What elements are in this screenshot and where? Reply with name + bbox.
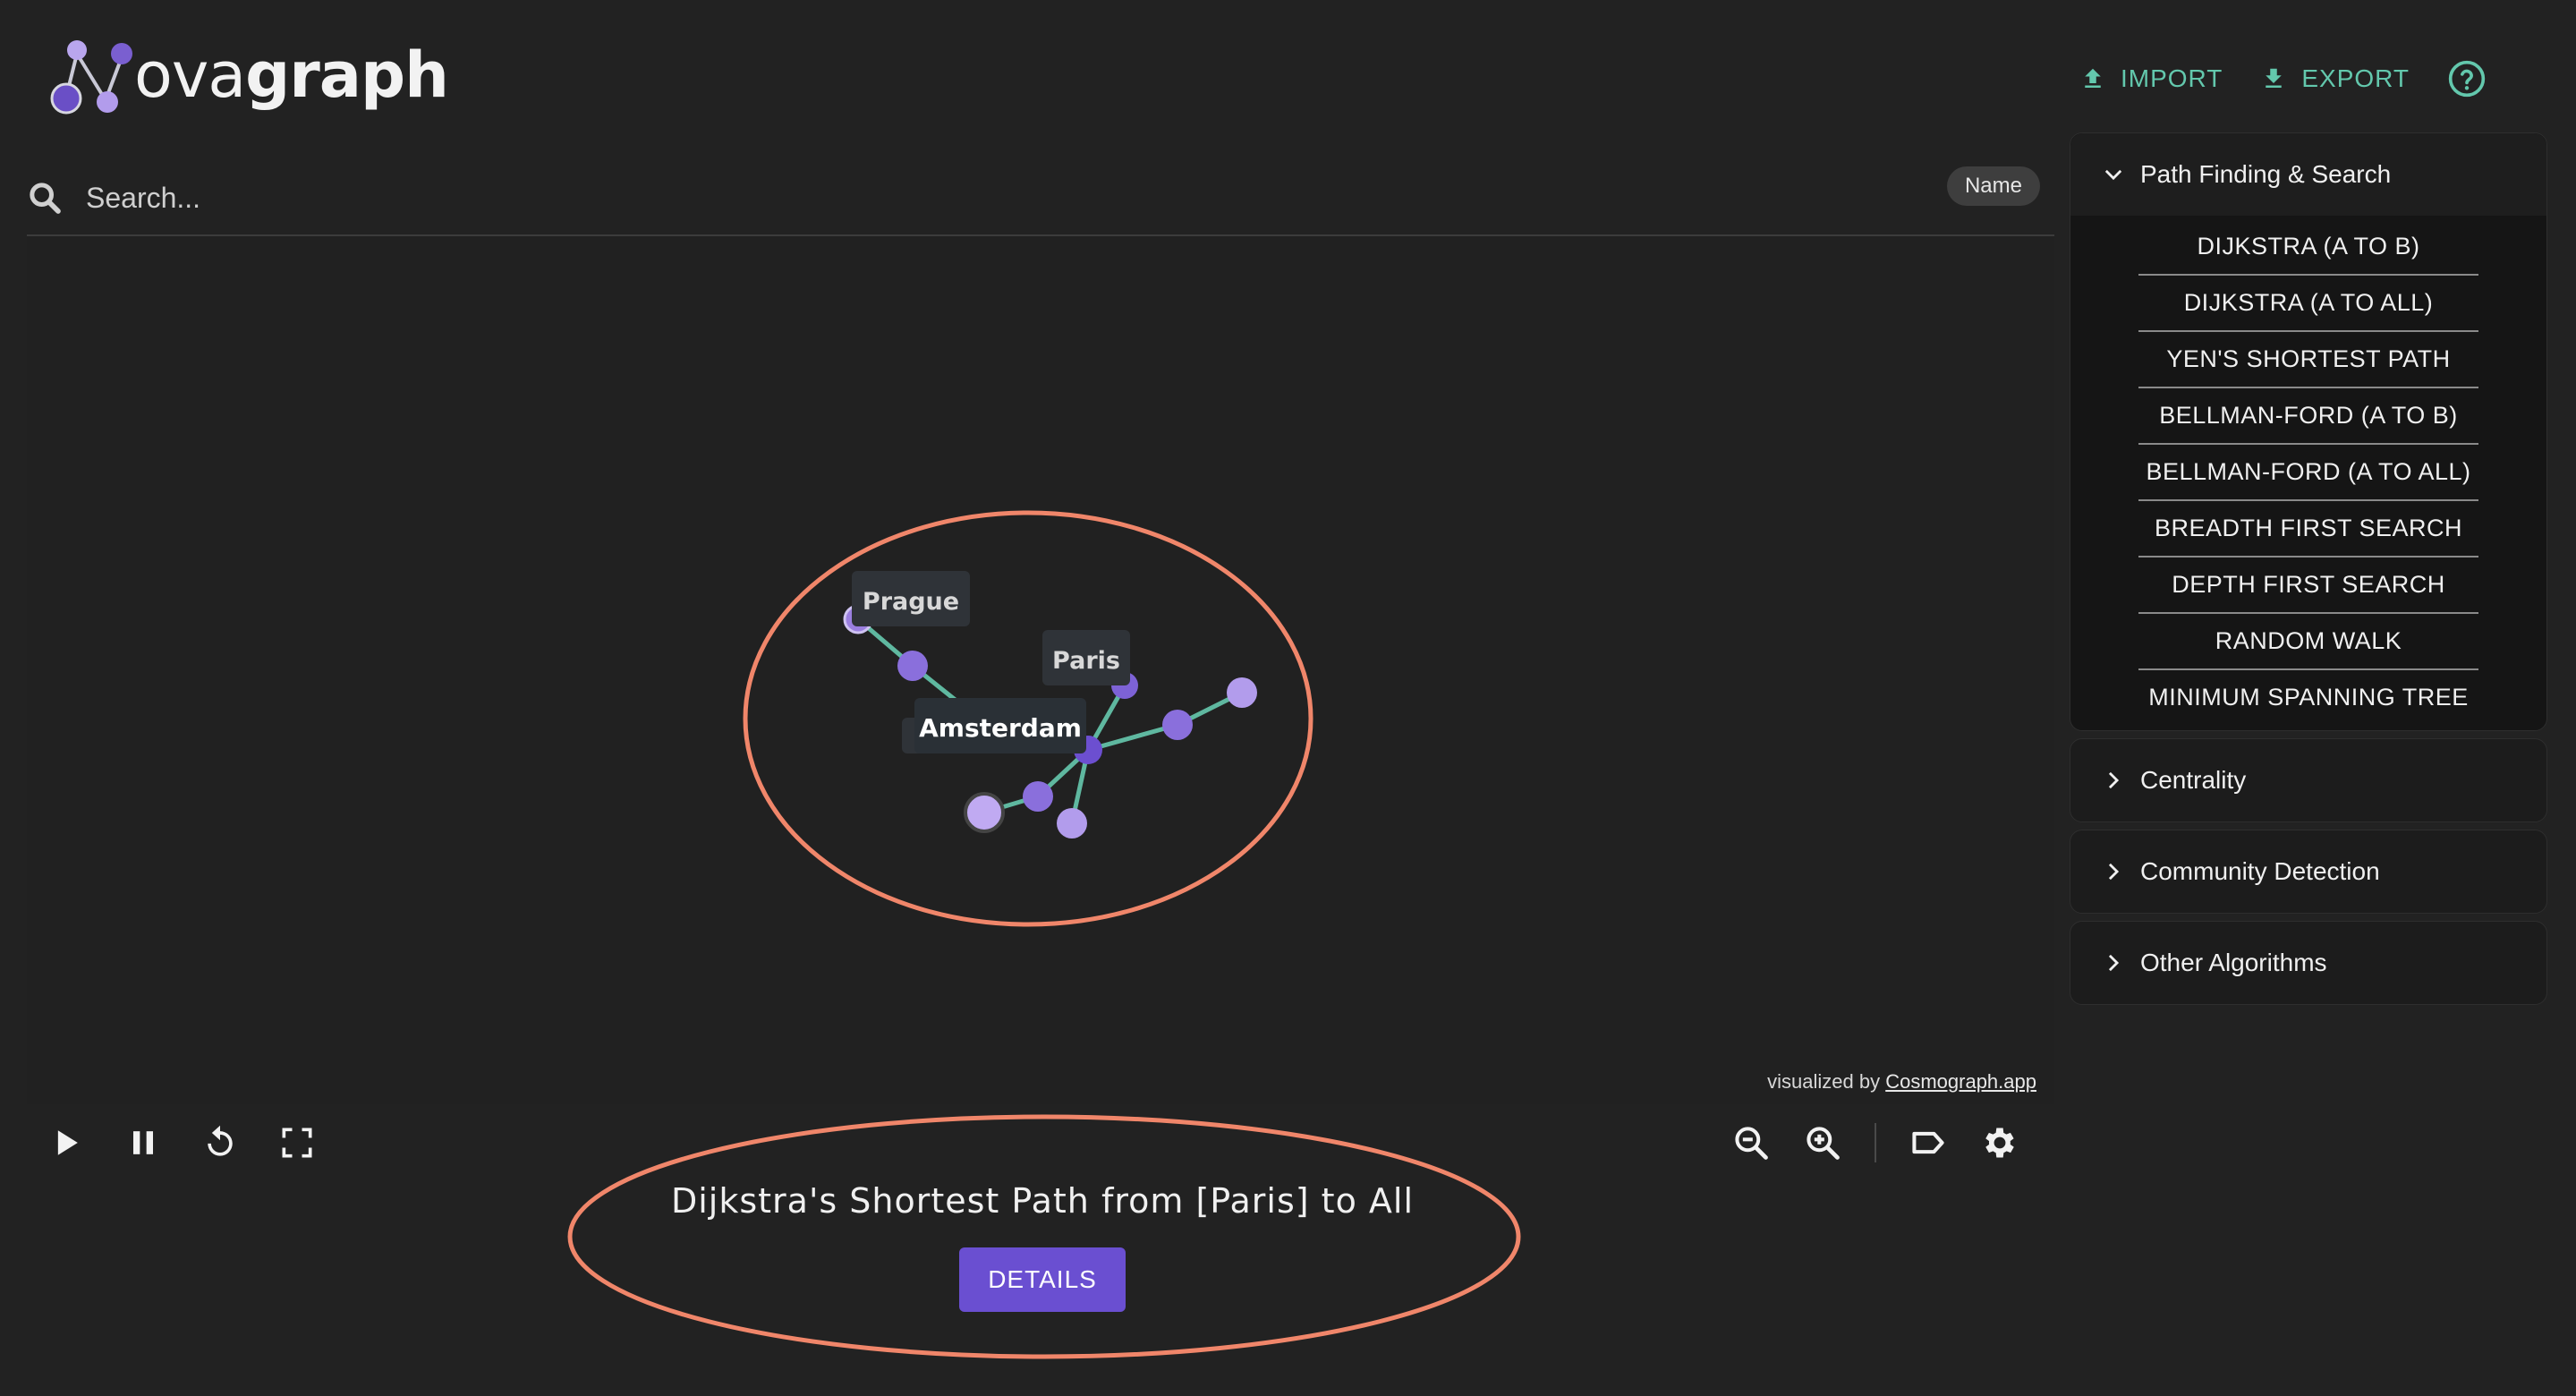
logo-wordmark: ovagraph [134,38,449,112]
graph-node[interactable] [1162,710,1193,740]
label-icon[interactable] [1909,1123,1948,1162]
fullscreen-icon[interactable] [277,1123,317,1162]
download-icon [2266,68,2283,88]
cosmograph-link[interactable]: Cosmograph.app [1885,1070,2036,1093]
algo-bellman-ford-a-to-all[interactable]: BELLMAN-FORD (A TO ALL) [2138,445,2478,501]
chevron-right-icon [2108,771,2120,789]
search-input[interactable] [84,180,1788,216]
section-label: Other Algorithms [2140,949,2327,976]
app-logo: ovagraph [47,29,449,122]
logo-graph-icon [50,40,132,115]
help-circle-icon[interactable] [2447,59,2487,98]
section-centrality[interactable]: Centrality [2070,738,2547,822]
search-field-chip[interactable]: Name [1946,166,2040,206]
result-highlight-ellipse [567,1114,1521,1359]
search-icon [30,183,61,214]
import-label: IMPORT [2120,64,2223,92]
upload-icon [2085,68,2101,88]
path-finding-items: DIJKSTRA (A TO B) DIJKSTRA (A TO ALL) YE… [2070,216,2546,730]
algo-yens-shortest-path[interactable]: YEN'S SHORTEST PATH [2138,332,2478,388]
pause-icon[interactable] [123,1123,163,1162]
restart-icon[interactable] [200,1123,240,1162]
algo-dijkstra-a-to-all[interactable]: DIJKSTRA (A TO ALL) [2138,276,2478,332]
graph-svg[interactable]: Prague Paris Amsterdam [27,236,2054,1104]
credit-prefix: visualized by [1767,1070,1886,1093]
top-actions: IMPORT EXPORT [2079,59,2487,98]
graph-node[interactable] [1023,781,1053,812]
section-header-other-algorithms[interactable]: Other Algorithms [2070,922,2546,1004]
chevron-down-icon [2104,169,2122,181]
details-button[interactable]: DETAILS [959,1247,1126,1312]
algorithm-sidebar: Path Finding & Search DIJKSTRA (A TO B) … [2070,132,2547,1012]
logo-text-bold: graph [245,38,449,112]
result-title: Dijkstra's Shortest Path from [Paris] to… [670,1181,1415,1221]
chevron-right-icon [2108,863,2120,881]
import-button[interactable]: IMPORT [2079,64,2223,93]
section-community-detection[interactable]: Community Detection [2070,830,2547,914]
view-controls [1731,1123,2019,1162]
algo-depth-first-search[interactable]: DEPTH FIRST SEARCH [2138,558,2478,614]
export-label: EXPORT [2301,64,2410,92]
graph-labels: Prague Paris Amsterdam [852,571,1130,753]
node-label-prague: Prague [863,588,959,616]
section-header-path-finding[interactable]: Path Finding & Search [2070,133,2546,216]
section-other-algorithms[interactable]: Other Algorithms [2070,921,2547,1005]
graph-canvas[interactable]: Prague Paris Amsterdam visualized by Cos… [27,236,2054,1104]
section-header-community-detection[interactable]: Community Detection [2070,830,2546,913]
logo-text-regular: ova [134,38,246,112]
export-button[interactable]: EXPORT [2260,64,2410,93]
zoom-out-icon[interactable] [1731,1123,1771,1162]
section-label: Path Finding & Search [2140,160,2392,188]
search-bar: Name [27,161,2054,236]
chevron-right-icon [2108,954,2120,972]
graph-node[interactable] [1227,677,1257,708]
algo-random-walk[interactable]: RANDOM WALK [2138,614,2478,670]
graph-node[interactable] [964,792,1005,833]
algo-breadth-first-search[interactable]: BREADTH FIRST SEARCH [2138,501,2478,558]
node-label-amsterdam: Amsterdam [919,713,1082,743]
play-icon[interactable] [47,1123,86,1162]
section-header-centrality[interactable]: Centrality [2070,739,2546,821]
algo-dijkstra-a-to-b[interactable]: DIJKSTRA (A TO B) [2138,219,2478,276]
section-label: Community Detection [2140,857,2380,885]
controls-divider [1875,1123,1876,1162]
zoom-in-icon[interactable] [1803,1123,1842,1162]
cosmograph-credit: visualized by Cosmograph.app [1767,1070,2036,1094]
section-path-finding: Path Finding & Search DIJKSTRA (A TO B) … [2070,132,2547,731]
graph-node[interactable] [897,651,928,681]
algo-bellman-ford-a-to-b[interactable]: BELLMAN-FORD (A TO B) [2138,388,2478,445]
settings-icon[interactable] [1980,1123,2019,1162]
algo-minimum-spanning-tree[interactable]: MINIMUM SPANNING TREE [2138,670,2478,725]
section-label: Centrality [2140,766,2247,794]
node-label-paris: Paris [1052,647,1120,675]
graph-node[interactable] [1057,808,1087,838]
playback-controls [47,1123,317,1162]
